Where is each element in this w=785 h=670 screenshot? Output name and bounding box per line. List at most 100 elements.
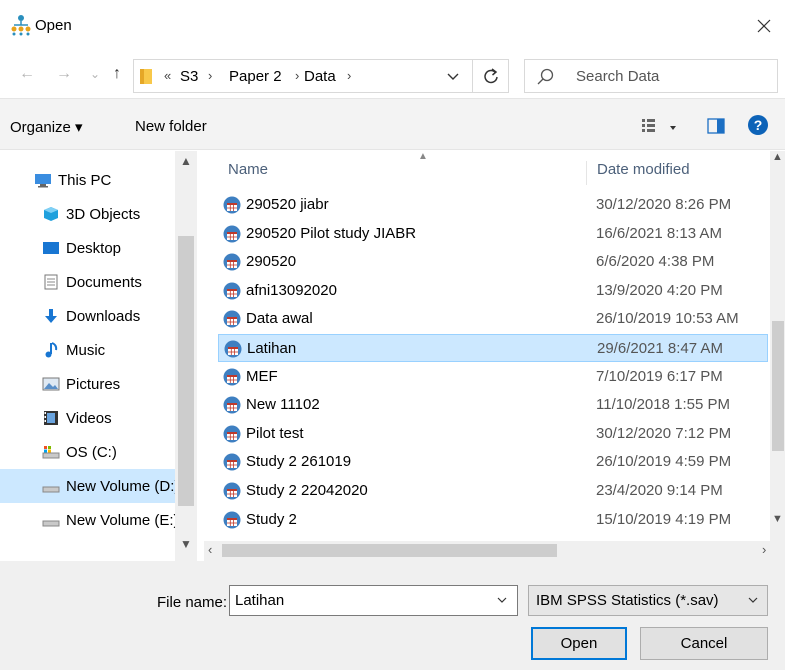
file-name: Data awal xyxy=(246,310,313,328)
breadcrumb-s3[interactable]: S3 xyxy=(180,68,198,85)
spss-file-icon xyxy=(223,310,241,328)
recent-locations-button[interactable]: ⌄ xyxy=(84,62,106,86)
sort-ascending-icon: ▲ xyxy=(418,151,428,162)
file-row[interactable]: Pilot test 30/12/2020 7:12 PM xyxy=(218,420,768,448)
column-header-name[interactable]: Name xyxy=(228,161,268,178)
cancel-button-label: Cancel xyxy=(680,635,728,652)
back-button[interactable]: ← xyxy=(16,62,38,86)
refresh-icon xyxy=(483,68,498,84)
chevron-down-icon: ⌄ xyxy=(89,67,101,81)
change-view-icon[interactable] xyxy=(640,117,684,137)
sidebar-item-os-c[interactable]: OS (C:) xyxy=(0,435,175,469)
search-icon xyxy=(537,68,554,85)
pane-splitter[interactable] xyxy=(197,151,204,561)
cancel-button[interactable]: Cancel xyxy=(640,627,768,660)
file-name-value[interactable]: Latihan xyxy=(235,592,284,609)
sidebar-item-label: This PC xyxy=(58,171,112,189)
file-row[interactable]: 290520 Pilot study JIABR 16/6/2021 8:13 A… xyxy=(218,220,768,248)
help-button[interactable]: ? xyxy=(748,115,768,135)
spss-file-icon xyxy=(223,511,241,529)
close-button[interactable] xyxy=(745,8,783,44)
sidebar-item-pictures[interactable]: Pictures xyxy=(0,367,175,401)
title-bar: Open xyxy=(0,0,785,52)
chevron-down-icon[interactable] xyxy=(496,593,508,607)
overflow-icon[interactable]: « xyxy=(164,68,171,83)
file-list-vertical-scrollbar[interactable]: ▲ ▼ xyxy=(770,151,785,541)
navigation-pane-scrollbar[interactable]: ▲ ▼ xyxy=(175,151,197,561)
forward-arrow-icon: → xyxy=(56,65,72,82)
spss-file-icon xyxy=(223,425,241,443)
column-divider[interactable] xyxy=(586,161,587,185)
file-name: Study 2 261019 xyxy=(246,453,352,471)
file-row[interactable]: Study 2 15/10/2019 4:19 PM xyxy=(218,506,768,534)
column-header-date-modified[interactable]: Date modified xyxy=(597,161,690,178)
scrollbar-thumb[interactable] xyxy=(178,236,194,506)
search-box[interactable]: Search Data xyxy=(524,59,778,93)
file-date-modified: 15/10/2019 4:19 PM xyxy=(596,510,732,528)
file-type-select[interactable]: IBM SPSS Statistics (*.sav) xyxy=(528,585,768,616)
breadcrumb-separator-icon[interactable]: › xyxy=(295,68,299,83)
file-row[interactable]: MEF 7/10/2019 6:17 PM xyxy=(218,363,768,391)
sidebar-item-desktop[interactable]: Desktop xyxy=(0,231,175,265)
file-row[interactable]: afni13092020 13/9/2020 4:20 PM xyxy=(218,277,768,305)
address-dropdown-button[interactable] xyxy=(444,69,462,85)
sidebar-item-new-volume-e[interactable]: New Volume (E:) xyxy=(0,503,179,537)
sidebar-item-label: New Volume (D:) xyxy=(66,477,180,495)
sidebar-item-music[interactable]: Music xyxy=(0,333,175,367)
desktop-icon xyxy=(43,242,59,254)
scroll-left-icon[interactable]: ‹ xyxy=(208,542,212,557)
file-list-horizontal-scrollbar[interactable]: ‹ › xyxy=(204,541,785,561)
documents-icon xyxy=(44,274,58,290)
sidebar-item-label: Videos xyxy=(66,409,112,427)
file-name: New 11102 xyxy=(246,396,320,414)
file-name-label: File name: xyxy=(157,594,228,611)
file-date-modified: 30/12/2020 7:12 PM xyxy=(596,424,732,442)
address-bar[interactable]: « S3 › Paper 2 › Data › xyxy=(133,59,473,93)
spss-file-icon xyxy=(223,253,241,271)
sidebar-item-label: 3D Objects xyxy=(66,205,141,223)
organize-menu-button[interactable]: Organize ▾ xyxy=(10,118,83,136)
sidebar-item-3d-objects[interactable]: 3D Objects xyxy=(0,197,175,231)
file-row[interactable]: New 11102 11/10/2018 1:55 PM xyxy=(218,391,768,419)
file-row[interactable]: 290520 6/6/2020 4:38 PM xyxy=(218,248,768,276)
preview-pane-icon[interactable] xyxy=(707,118,725,134)
sidebar-item-downloads[interactable]: Downloads xyxy=(0,299,175,333)
refresh-button[interactable] xyxy=(473,59,509,93)
scroll-right-icon[interactable]: › xyxy=(762,542,766,557)
scroll-up-icon[interactable]: ▲ xyxy=(772,151,783,163)
file-row[interactable]: Latihan 29/6/2021 8:47 AM xyxy=(218,334,768,362)
scrollbar-thumb[interactable] xyxy=(222,544,557,557)
scroll-down-icon[interactable]: ▼ xyxy=(180,537,192,551)
up-button[interactable]: ↑ xyxy=(106,62,128,86)
forward-button[interactable]: → xyxy=(53,62,75,86)
file-date-modified: 16/6/2021 8:13 AM xyxy=(596,224,722,242)
sidebar-item-documents[interactable]: Documents xyxy=(0,265,175,299)
sidebar-item-new-volume-d[interactable]: New Volume (D:) xyxy=(0,469,180,503)
file-date-modified: 30/12/2020 8:26 PM xyxy=(596,196,732,213)
file-row[interactable]: Study 2 261019 26/10/2019 4:59 PM xyxy=(218,448,768,476)
breadcrumb-paper-2[interactable]: Paper 2 xyxy=(229,68,282,85)
breadcrumb-data[interactable]: Data xyxy=(304,68,336,85)
spss-file-icon xyxy=(223,282,241,300)
computer-icon xyxy=(35,174,51,188)
sidebar-item-videos[interactable]: Videos xyxy=(0,401,175,435)
new-folder-button[interactable]: New folder xyxy=(135,118,207,135)
scroll-up-icon[interactable]: ▲ xyxy=(180,154,192,168)
open-button[interactable]: Open xyxy=(531,627,627,660)
pictures-icon xyxy=(42,377,60,391)
sidebar-item-this-pc[interactable]: This PC xyxy=(0,163,175,197)
file-date-modified: 26/10/2019 10:53 AM xyxy=(596,310,739,328)
scroll-down-icon[interactable]: ▼ xyxy=(772,513,783,525)
scrollbar-thumb[interactable] xyxy=(772,321,784,451)
file-name-input[interactable]: Latihan xyxy=(229,585,518,616)
breadcrumb-separator-icon[interactable]: › xyxy=(208,68,212,83)
file-date-modified: 6/6/2020 4:38 PM xyxy=(596,253,715,271)
spss-file-icon xyxy=(223,368,241,386)
file-row[interactable]: Study 2 22042020 23/4/2020 9:14 PM xyxy=(218,477,768,505)
file-name: Study 2 22042020 xyxy=(246,482,368,499)
file-row[interactable]: Data awal 26/10/2019 10:53 AM xyxy=(218,305,768,333)
breadcrumb-separator-icon[interactable]: › xyxy=(347,68,351,83)
command-bar: Organize ▾ New folder ? xyxy=(0,98,785,150)
videos-icon xyxy=(44,411,58,425)
file-row[interactable]: 290520 jiabr 30/12/2020 8:26 PM xyxy=(218,191,768,219)
